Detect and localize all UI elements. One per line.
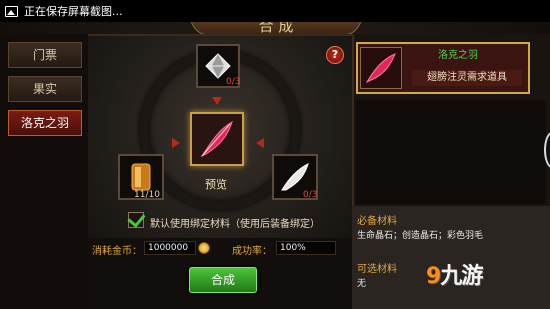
required-materials-title: 必备材料	[357, 216, 397, 227]
status-bar: 正在保存屏幕截图...	[0, 0, 550, 22]
preview-label: 预览	[205, 178, 227, 191]
item-list-area[interactable]	[356, 100, 546, 204]
gold-coin-icon	[198, 242, 210, 254]
crafting-screen: 合 成 正在保存屏幕截图... 门票 果实 洛克之羽 ? 0/3 预览 11/1…	[0, 0, 550, 309]
left-slot-count: 11/10	[134, 190, 160, 200]
checkmark-icon	[127, 209, 146, 228]
tab-tickets[interactable]: 门票	[8, 42, 82, 68]
result-slot[interactable]	[190, 112, 244, 166]
arrow-right-icon	[172, 138, 180, 148]
bind-materials-label: 默认使用绑定材料（使用后装备绑定）	[150, 219, 320, 230]
status-text: 正在保存屏幕截图...	[24, 5, 123, 18]
item-name: 洛克之羽	[438, 50, 478, 61]
success-rate-value: 100%	[276, 241, 336, 255]
top-slot-count: 0/3	[226, 77, 241, 87]
arrow-left-icon	[256, 138, 264, 148]
watermark-nine: 9	[426, 264, 441, 289]
arrow-down-icon	[212, 97, 222, 105]
watermark-logo: 9九游	[426, 258, 483, 290]
picture-icon	[5, 5, 18, 17]
bind-materials-checkbox[interactable]	[127, 209, 146, 228]
item-icon-slot	[360, 47, 402, 89]
tab-locke-feather[interactable]: 洛克之羽	[8, 110, 82, 136]
success-rate-label: 成功率：	[232, 246, 272, 257]
gold-cost-label: 消耗金币：	[92, 246, 142, 257]
help-button[interactable]: ?	[326, 46, 344, 64]
watermark-text: 九游	[440, 264, 483, 289]
optional-materials-text: 无	[357, 279, 367, 289]
feather-icon	[200, 120, 233, 158]
gold-cost-value: 1000000	[144, 241, 196, 255]
tab-fruits[interactable]: 果实	[8, 76, 82, 102]
craft-button[interactable]: 合成	[189, 267, 257, 293]
item-description: 翅膀注灵需求道具	[412, 70, 522, 86]
required-materials-text: 生命晶石；创造晶石；彩色羽毛	[357, 231, 484, 241]
optional-materials-title: 可选材料	[357, 264, 397, 275]
right-slot-count: 0/3	[303, 190, 318, 200]
feather-icon	[365, 53, 396, 84]
